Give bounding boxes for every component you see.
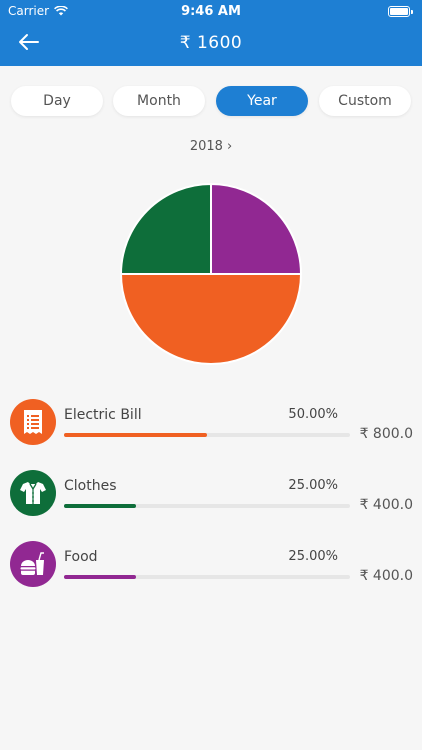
app-header: Carrier 9:46 AM ₹ 1600 xyxy=(0,0,422,66)
year-selector[interactable]: 2018 › xyxy=(0,139,422,154)
tab-year-label: Year xyxy=(247,93,277,109)
category-name: Clothes xyxy=(64,478,117,494)
tab-day[interactable]: Day xyxy=(11,86,103,116)
progress-track xyxy=(64,433,350,437)
status-bar: Carrier 9:46 AM xyxy=(0,0,422,22)
progress-track xyxy=(64,575,350,579)
tab-month-label: Month xyxy=(137,93,181,109)
pie-slice-food xyxy=(210,182,303,275)
progress-fill xyxy=(64,504,136,508)
category-percent: 25.00% xyxy=(288,549,338,564)
clock: 9:46 AM xyxy=(181,4,241,19)
year-label: 2018 xyxy=(189,139,223,154)
progress-fill xyxy=(64,433,207,437)
category-row-clothes[interactable]: Clothes 25.00% ₹ 400.0 xyxy=(0,470,422,530)
category-name: Electric Bill xyxy=(64,407,142,423)
tab-day-label: Day xyxy=(43,93,71,109)
shirt-icon xyxy=(10,470,56,516)
page-title: ₹ 1600 xyxy=(179,33,243,53)
pie-slice-clothes xyxy=(119,182,212,275)
category-percent: 25.00% xyxy=(288,478,338,493)
category-amount: ₹ 800.0 xyxy=(359,426,413,442)
category-row-food[interactable]: Food 25.00% ₹ 400.0 xyxy=(0,541,422,601)
category-percent: 50.00% xyxy=(288,407,338,422)
tab-year[interactable]: Year xyxy=(216,86,308,116)
pie-chart-svg xyxy=(119,182,303,365)
tab-custom-label: Custom xyxy=(338,93,392,109)
category-amount: ₹ 400.0 xyxy=(359,568,413,584)
chevron-right-icon: › xyxy=(226,139,233,154)
tab-month[interactable]: Month xyxy=(113,86,205,116)
tab-custom[interactable]: Custom xyxy=(319,86,411,116)
progress-fill xyxy=(64,575,136,579)
expense-pie-chart xyxy=(119,182,303,365)
fastfood-icon xyxy=(10,541,56,587)
category-row-electric-bill[interactable]: Electric Bill 50.00% ₹ 800.0 xyxy=(0,399,422,459)
receipt-icon xyxy=(10,399,56,445)
category-name: Food xyxy=(64,549,98,565)
battery-icon xyxy=(388,6,413,17)
progress-track xyxy=(64,504,350,508)
pie-slice-electric-bill xyxy=(119,273,303,365)
category-amount: ₹ 400.0 xyxy=(359,497,413,513)
period-segmented-control: Day Month Year Custom xyxy=(11,86,411,116)
